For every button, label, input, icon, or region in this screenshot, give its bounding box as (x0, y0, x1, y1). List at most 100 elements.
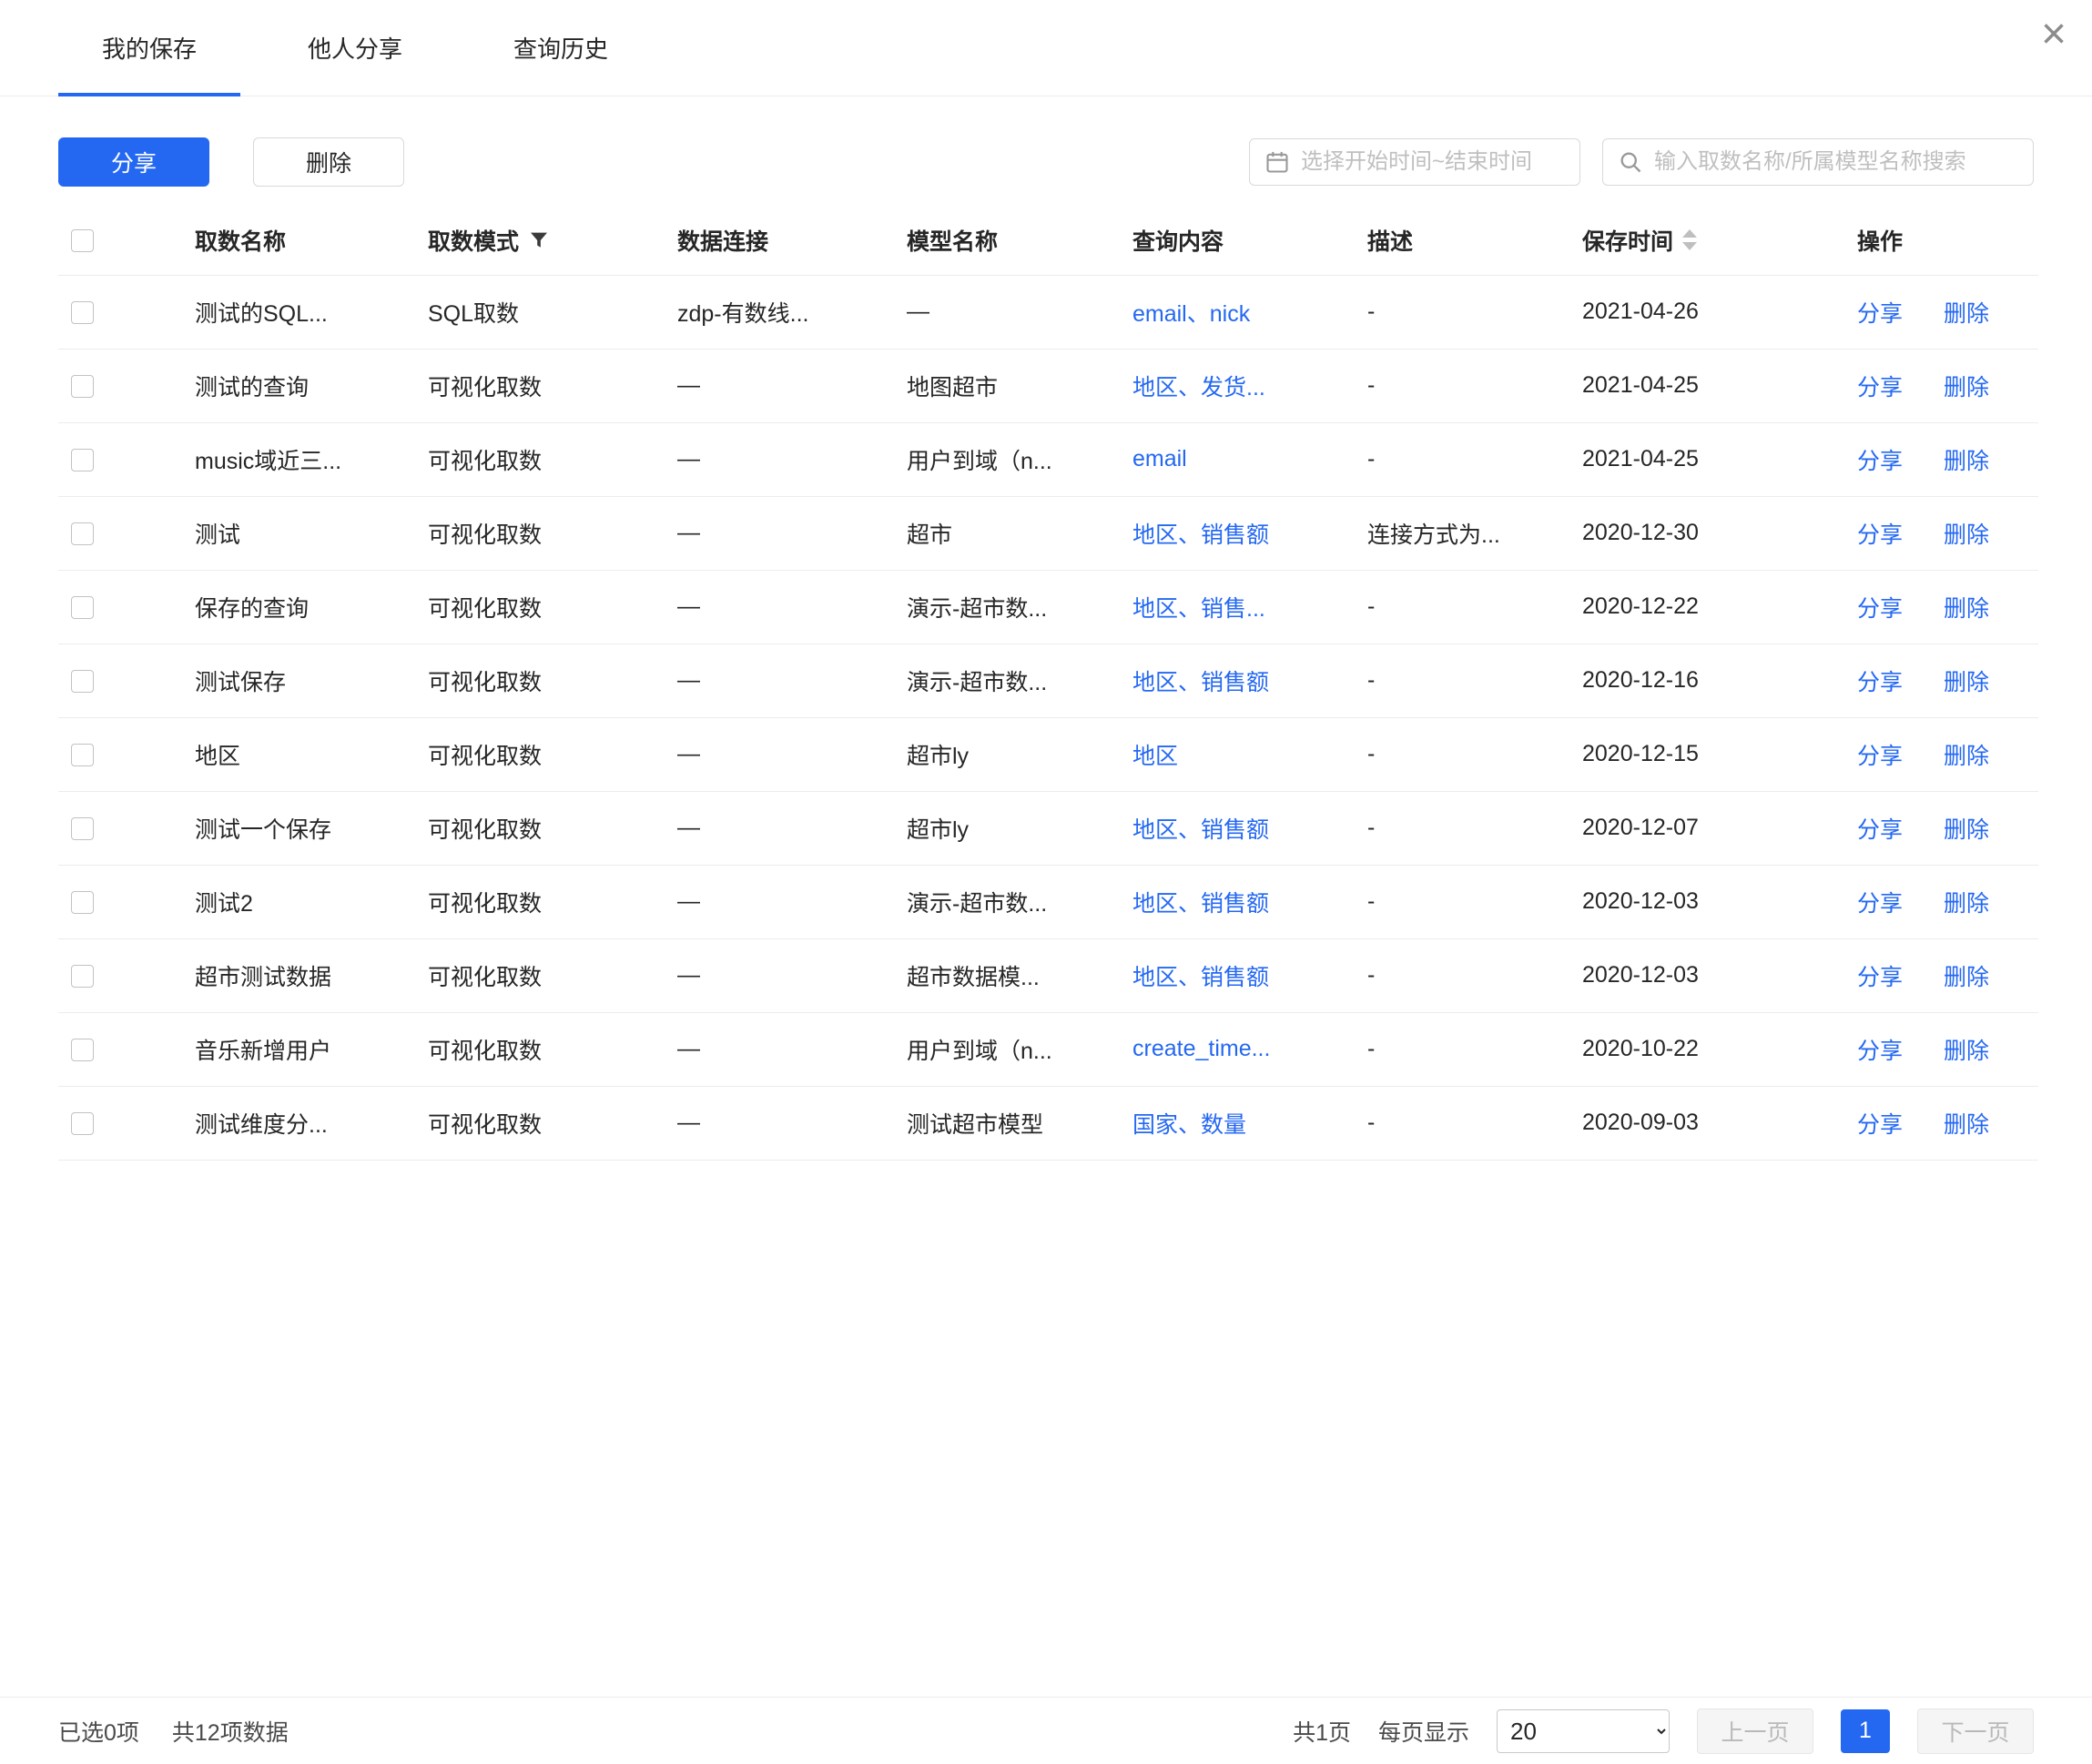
cell-mode: 可视化取数 (428, 644, 677, 717)
cell-description: - (1367, 791, 1582, 865)
row-delete-link[interactable]: 删除 (1944, 522, 1989, 548)
row-share-link[interactable]: 分享 (1857, 817, 1903, 843)
row-delete-link[interactable]: 删除 (1944, 744, 1989, 769)
col-header-mode: 取数模式 (428, 206, 677, 275)
prev-page-button[interactable]: 上一页 (1697, 1708, 1813, 1754)
select-all-checkbox[interactable] (71, 229, 94, 252)
row-share-link[interactable]: 分享 (1857, 1112, 1903, 1138)
cell-model: 超市ly (907, 717, 1132, 791)
date-range-picker[interactable] (1249, 138, 1580, 186)
cell-description: - (1367, 1012, 1582, 1086)
cell-name: 超市测试数据 (195, 938, 428, 1012)
row-checkbox[interactable] (71, 965, 94, 988)
saved-queries-table: 取数名称 取数模式 数据连接 模型名称 查询内容 描述 保存时间 (0, 206, 2092, 1161)
cell-query-link[interactable]: email (1132, 422, 1367, 496)
row-delete-link[interactable]: 删除 (1944, 891, 1989, 917)
cell-model: 测试超市模型 (907, 1086, 1132, 1160)
row-delete-link[interactable]: 删除 (1944, 817, 1989, 843)
row-delete-link[interactable]: 删除 (1944, 670, 1989, 695)
cell-save-time: 2020-12-22 (1582, 570, 1857, 644)
selection-summary: 已选0项 共12项数据 (58, 1715, 289, 1748)
toolbar-right (1249, 138, 2034, 186)
row-checkbox[interactable] (71, 1039, 94, 1061)
cell-connection: — (677, 496, 907, 570)
row-share-link[interactable]: 分享 (1857, 965, 1903, 990)
cell-query-link[interactable]: 国家、数量 (1132, 1086, 1367, 1160)
delete-button[interactable]: 删除 (253, 137, 404, 187)
row-share-link[interactable]: 分享 (1857, 670, 1903, 695)
cell-actions: 分享 删除 (1857, 865, 2038, 938)
cell-query-link[interactable]: create_time... (1132, 1012, 1367, 1086)
cell-description: - (1367, 275, 1582, 349)
row-share-link[interactable]: 分享 (1857, 1039, 1903, 1064)
row-delete-link[interactable]: 删除 (1944, 965, 1989, 990)
next-page-button[interactable]: 下一页 (1917, 1708, 2034, 1754)
row-share-link[interactable]: 分享 (1857, 301, 1903, 327)
cell-name: 音乐新增用户 (195, 1012, 428, 1086)
cell-connection: — (677, 791, 907, 865)
filter-icon[interactable] (528, 229, 550, 251)
cell-name: 保存的查询 (195, 570, 428, 644)
row-share-link[interactable]: 分享 (1857, 449, 1903, 474)
cell-query-link[interactable]: 地区、销售额 (1132, 938, 1367, 1012)
row-delete-link[interactable]: 删除 (1944, 1112, 1989, 1138)
cell-mode: 可视化取数 (428, 791, 677, 865)
share-button[interactable]: 分享 (58, 137, 209, 187)
row-checkbox[interactable] (71, 522, 94, 545)
row-checkbox[interactable] (71, 301, 94, 324)
per-page-select[interactable]: 20 (1497, 1709, 1670, 1753)
close-icon[interactable]: × (2041, 13, 2067, 56)
row-checkbox[interactable] (71, 375, 94, 398)
cell-query-link[interactable]: 地区、发货... (1132, 349, 1367, 422)
tab-label: 我的保存 (102, 31, 197, 65)
tab-shared-by-others[interactable]: 他人分享 (264, 0, 446, 96)
cell-description: 连接方式为... (1367, 496, 1582, 570)
table-row: 测试 可视化取数 — 超市 地区、销售额 连接方式为... 2020-12-30… (58, 496, 2038, 570)
cell-mode: 可视化取数 (428, 349, 677, 422)
row-delete-link[interactable]: 删除 (1944, 449, 1989, 474)
row-share-link[interactable]: 分享 (1857, 891, 1903, 917)
col-header-actions: 操作 (1857, 206, 2038, 275)
row-delete-link[interactable]: 删除 (1944, 596, 1989, 622)
search-input[interactable] (1654, 149, 2018, 175)
tab-my-saves[interactable]: 我的保存 (58, 0, 240, 96)
row-share-link[interactable]: 分享 (1857, 375, 1903, 400)
table-row: music域近三... 可视化取数 — 用户到域（n... email - 20… (58, 422, 2038, 496)
cell-query-link[interactable]: 地区、销售额 (1132, 865, 1367, 938)
row-checkbox[interactable] (71, 596, 94, 619)
cell-query-link[interactable]: 地区、销售额 (1132, 496, 1367, 570)
cell-name: 地区 (195, 717, 428, 791)
cell-query-link[interactable]: 地区、销售额 (1132, 791, 1367, 865)
table-row: 测试一个保存 可视化取数 — 超市ly 地区、销售额 - 2020-12-07 … (58, 791, 2038, 865)
row-delete-link[interactable]: 删除 (1944, 1039, 1989, 1064)
row-checkbox[interactable] (71, 817, 94, 840)
table-row: 超市测试数据 可视化取数 — 超市数据模... 地区、销售额 - 2020-12… (58, 938, 2038, 1012)
cell-query-link[interactable]: 地区、销售... (1132, 570, 1367, 644)
row-delete-link[interactable]: 删除 (1944, 301, 1989, 327)
current-page-button[interactable]: 1 (1841, 1709, 1890, 1753)
cell-query-link[interactable]: 地区、销售额 (1132, 644, 1367, 717)
row-share-link[interactable]: 分享 (1857, 744, 1903, 769)
row-checkbox[interactable] (71, 1112, 94, 1135)
cell-name: 测试2 (195, 865, 428, 938)
row-delete-link[interactable]: 删除 (1944, 375, 1989, 400)
cell-model: 演示-超市数... (907, 644, 1132, 717)
cell-query-link[interactable]: email、nick (1132, 275, 1367, 349)
tab-bar: 我的保存 他人分享 查询历史 (0, 0, 2092, 96)
date-range-input[interactable] (1301, 149, 1565, 175)
table-row: 测试的查询 可视化取数 — 地图超市 地区、发货... - 2021-04-25… (58, 349, 2038, 422)
cell-actions: 分享 删除 (1857, 349, 2038, 422)
row-checkbox[interactable] (71, 670, 94, 693)
row-share-link[interactable]: 分享 (1857, 596, 1903, 622)
cell-description: - (1367, 865, 1582, 938)
row-share-link[interactable]: 分享 (1857, 522, 1903, 548)
cell-query-link[interactable]: 地区 (1132, 717, 1367, 791)
row-checkbox[interactable] (71, 744, 94, 766)
sort-icon[interactable] (1682, 229, 1697, 250)
cell-model: — (907, 275, 1132, 349)
toolbar: 分享 删除 (0, 137, 2092, 188)
row-checkbox[interactable] (71, 449, 94, 471)
tab-query-history[interactable]: 查询历史 (470, 0, 652, 96)
row-checkbox[interactable] (71, 891, 94, 914)
search-box[interactable] (1602, 138, 2034, 186)
